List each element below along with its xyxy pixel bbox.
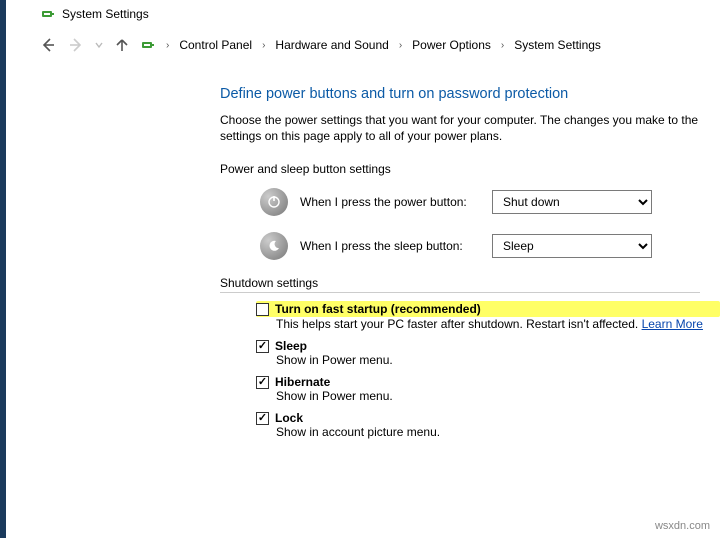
shutdown-settings-header: Shutdown settings — [220, 276, 700, 293]
crumb-hardware-sound[interactable]: Hardware and Sound — [275, 38, 388, 52]
page-title: Define power buttons and turn on passwor… — [220, 86, 720, 102]
learn-more-link[interactable]: Learn More — [642, 317, 703, 331]
hibernate-title: Hibernate — [275, 375, 330, 389]
fast-startup-title: Turn on fast startup (recommended) — [275, 302, 481, 316]
window-edge — [0, 0, 6, 538]
hibernate-row: Hibernate Show in Power menu. — [220, 375, 720, 403]
sleep-row: Sleep Show in Power menu. — [220, 339, 720, 367]
lock-row: Lock Show in account picture menu. — [220, 411, 720, 439]
power-button-row: When I press the power button: Shut down — [220, 188, 720, 216]
chevron-right-icon: › — [262, 40, 265, 51]
fast-startup-checkbox[interactable] — [256, 303, 269, 316]
window-title: System Settings — [62, 7, 149, 21]
sleep-button-label: When I press the sleep button: — [300, 239, 480, 253]
power-options-icon — [140, 37, 156, 53]
lock-checkbox[interactable] — [256, 412, 269, 425]
forward-button[interactable] — [66, 35, 86, 55]
recent-dropdown[interactable] — [94, 35, 104, 55]
sleep-title: Sleep — [275, 339, 307, 353]
chevron-right-icon: › — [399, 40, 402, 51]
watermark: wsxdn.com — [655, 520, 710, 532]
sleep-checkbox[interactable] — [256, 340, 269, 353]
chevron-right-icon: › — [166, 40, 169, 51]
content-area: Define power buttons and turn on passwor… — [0, 66, 720, 467]
lock-title: Lock — [275, 411, 303, 425]
power-button-label: When I press the power button: — [300, 195, 480, 209]
sleep-button-icon — [260, 232, 288, 260]
power-options-icon — [40, 6, 56, 22]
power-button-icon — [260, 188, 288, 216]
hibernate-checkbox[interactable] — [256, 376, 269, 389]
chevron-right-icon: › — [501, 40, 504, 51]
fast-startup-highlight: Turn on fast startup (recommended) — [256, 301, 720, 317]
fast-startup-sub: This helps start your PC faster after sh… — [256, 317, 720, 331]
power-button-select[interactable]: Shut down — [492, 190, 652, 214]
page-description: Choose the power settings that you want … — [220, 112, 720, 144]
hibernate-sub: Show in Power menu. — [256, 389, 720, 403]
nav-row: › Control Panel › Hardware and Sound › P… — [0, 28, 720, 66]
breadcrumb: › Control Panel › Hardware and Sound › P… — [140, 37, 601, 53]
back-button[interactable] — [38, 35, 58, 55]
crumb-system-settings[interactable]: System Settings — [514, 38, 601, 52]
lock-sub: Show in account picture menu. — [256, 425, 720, 439]
sleep-button-row: When I press the sleep button: Sleep — [220, 232, 720, 260]
crumb-control-panel[interactable]: Control Panel — [179, 38, 252, 52]
crumb-power-options[interactable]: Power Options — [412, 38, 491, 52]
sleep-button-select[interactable]: Sleep — [492, 234, 652, 258]
up-button[interactable] — [112, 35, 132, 55]
fast-startup-row: Turn on fast startup (recommended) This … — [220, 301, 720, 331]
sleep-sub: Show in Power menu. — [256, 353, 720, 367]
power-sleep-header: Power and sleep button settings — [220, 162, 720, 176]
titlebar: System Settings — [0, 0, 720, 28]
